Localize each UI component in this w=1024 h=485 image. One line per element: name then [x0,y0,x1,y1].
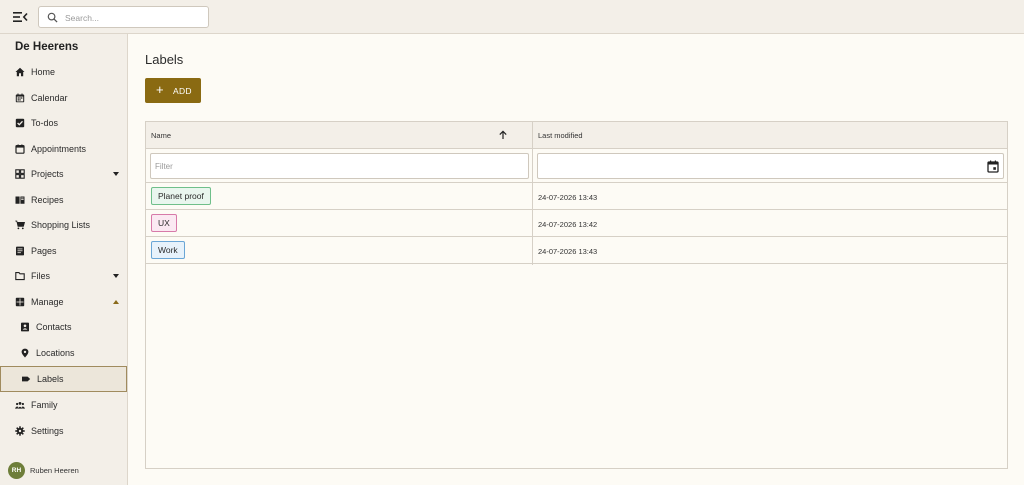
sidebar-item-family[interactable]: Family [0,393,127,417]
sidebar-item-label: Locations [36,347,75,358]
sidebar-item-label: Files [31,271,51,281]
brand-title: De Heerens [15,41,79,53]
grid-icon [15,169,25,179]
sidebar-item-label: Pages [31,245,57,256]
table-row[interactable]: UX 24-07-2026 13:42 [146,210,1007,237]
contact-card-icon [21,322,29,332]
top-bar [0,0,1024,34]
sidebar-item-shopping-lists[interactable]: Shopping Lists [0,213,127,237]
date-filter-input[interactable] [537,153,1004,179]
sidebar-item-home[interactable]: Home [0,60,127,84]
sidebar-item-label: Family [31,400,58,410]
sidebar-item-label: Projects [31,169,64,179]
menu-collapse-icon[interactable] [12,9,28,25]
document-icon [16,246,24,255]
home-icon [15,67,25,77]
sidebar-item-pages[interactable]: Pages [0,239,127,263]
page-title: Labels [145,52,184,67]
column-header-last-modified[interactable]: Last modified [538,131,583,140]
user-name: Ruben Heeren [30,466,79,475]
label-chip[interactable]: UX [151,214,177,232]
sidebar-item-labels[interactable]: Labels [0,366,127,392]
gear-icon [15,425,25,436]
manage-grid-icon [15,297,25,306]
last-modified-cell: 24-07-2026 13:43 [538,247,598,256]
sidebar-item-label: To-dos [31,118,59,128]
name-filter-input[interactable] [150,153,529,179]
chevron-up-icon[interactable] [113,299,119,304]
table-header: Name Last modified [146,122,1007,149]
book-icon [15,196,25,204]
sidebar-item-label: Manage [31,296,64,307]
table-row[interactable]: Work 24-07-2026 13:43 [146,237,1007,264]
sidebar-item-todos[interactable]: To-dos [0,111,127,135]
sidebar-item-label: Labels [37,374,64,384]
calendar-picker-icon[interactable] [987,160,999,173]
sidebar-item-label: Appointments [31,143,87,154]
checkbox-icon [15,118,25,128]
avatar[interactable]: RH [8,462,25,479]
label-chip[interactable]: Work [151,241,185,259]
sidebar-item-appointments[interactable]: Appointments [0,137,127,161]
sidebar-item-files[interactable]: Files [0,264,127,288]
table-row[interactable]: Planet proof 24-07-2026 13:43 [146,183,1007,210]
sidebar-item-label: Recipes [31,194,64,205]
search-input[interactable] [65,10,205,25]
search-icon [47,12,58,23]
folder-icon [15,272,25,281]
chevron-down-icon[interactable] [113,274,119,278]
sidebar-item-label: Shopping Lists [31,220,91,230]
sidebar-item-recipes[interactable]: Recipes [0,188,127,212]
plus-icon: + [156,82,164,97]
calendar-blank-icon [15,143,25,154]
labels-table: Name Last modified Planet proof 24-07-20… [145,121,1008,469]
sidebar-item-label: Calendar [31,92,68,103]
label-tag-icon [22,376,31,382]
search-box[interactable] [38,6,209,28]
sidebar: De Heerens Home Calendar To-dos Appointm… [0,34,128,485]
calendar-icon [15,93,25,102]
sidebar-item-locations[interactable]: Locations [0,341,127,365]
add-button[interactable]: + ADD [145,78,201,103]
user-account[interactable]: RH Ruben Heeren [0,459,127,485]
filter-row [146,149,1007,183]
last-modified-cell: 24-07-2026 13:42 [538,220,598,229]
sidebar-item-label: Contacts [36,322,72,332]
sidebar-item-projects[interactable]: Projects [0,162,127,186]
last-modified-cell: 24-07-2026 13:43 [538,193,598,202]
add-button-label: ADD [173,86,192,96]
sidebar-item-contacts[interactable]: Contacts [0,315,127,339]
label-chip[interactable]: Planet proof [151,187,211,205]
column-header-name[interactable]: Name [151,131,171,140]
chevron-down-icon[interactable] [113,172,119,176]
sidebar-item-label: Settings [31,425,64,436]
sidebar-item-calendar[interactable]: Calendar [0,86,127,110]
people-icon [15,402,25,409]
sort-ascending-icon[interactable] [498,130,508,140]
cart-icon [15,220,25,230]
sidebar-item-settings[interactable]: Settings [0,419,127,443]
sidebar-item-label: Home [31,67,56,77]
map-pin-icon [21,348,29,357]
sidebar-item-manage[interactable]: Manage [0,290,127,314]
